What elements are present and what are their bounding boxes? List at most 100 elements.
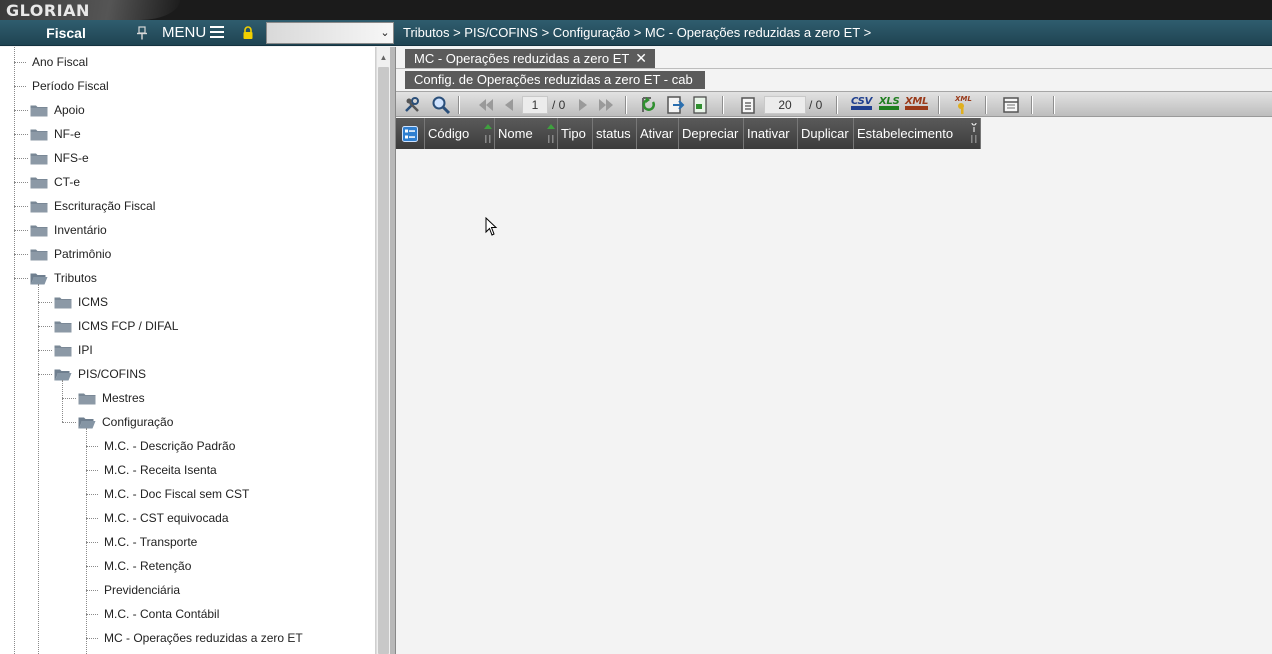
grid-menu-button[interactable] (396, 118, 425, 149)
grid-header: Código Nome Tipo status Ativar Depreciar Inati… (396, 118, 981, 149)
close-icon[interactable]: ✕ (635, 49, 647, 68)
tab-operacoes-reduzidas[interactable]: MC - Operações reduzidas a zero ET ✕ (405, 49, 655, 68)
scroll-up-arrow-icon[interactable]: ▲ (378, 53, 389, 63)
sort-icon[interactable] (547, 123, 555, 145)
xml-export-button[interactable]: XML (905, 96, 928, 110)
column-header[interactable]: Nome (495, 118, 558, 149)
tab-label: MC - Operações reduzidas a zero ET (414, 51, 630, 66)
tree-item[interactable]: MC - Operações reduzidas a zero ET (0, 626, 375, 650)
app-window: GLORIAN Fiscal MENU ⌄ Tributos > PIS/COF… (0, 0, 1272, 654)
csv-label: CSV (851, 96, 873, 107)
folder-icon (30, 153, 48, 165)
column-header[interactable]: status (593, 118, 637, 149)
tree-connector (86, 590, 98, 591)
folder-icon (30, 201, 48, 213)
menu-label: MENU (162, 24, 207, 41)
export-icon[interactable] (665, 95, 685, 115)
tree-item[interactable]: M.C. - CST equivocada (0, 506, 375, 530)
search-icon[interactable] (431, 95, 451, 115)
tree-connector (86, 566, 98, 567)
tree-item[interactable]: ICMS FCP / DIFAL (0, 314, 375, 338)
tree-item[interactable]: M.C. - Descrição Padrão (0, 434, 375, 458)
menu-button[interactable]: MENU (162, 20, 225, 46)
tree-item[interactable]: Escrituração Fiscal (0, 194, 375, 218)
tree-item[interactable]: ICMS (0, 290, 375, 314)
tree-item[interactable]: M.C. - Retenção (0, 554, 375, 578)
first-page-icon[interactable] (476, 95, 496, 115)
tree-connector (86, 542, 98, 543)
tree-item[interactable]: IPI (0, 338, 375, 362)
navigation-tree: Ano Fiscal Período Fiscal Apoio NF-e NFS-e CT… (0, 47, 376, 654)
tree-item[interactable]: Previdenciária (0, 578, 375, 602)
tree-connector (86, 470, 98, 471)
subtab-config-cab[interactable]: Config. de Operações reduzidas a zero ET… (405, 71, 705, 89)
tree-item[interactable]: Tributos (0, 266, 375, 290)
sort-icon[interactable] (484, 123, 492, 145)
module-search-select[interactable]: ⌄ (266, 22, 394, 44)
xml-config-button[interactable]: XML (953, 95, 973, 115)
document-icon[interactable] (738, 95, 758, 115)
tree-item[interactable]: M.C. - Conta Contábil (0, 602, 375, 626)
tree-item[interactable]: NF-e (0, 122, 375, 146)
tree-item[interactable]: Mestres (0, 386, 375, 410)
toolbar-separator (1053, 96, 1055, 114)
pin-icon[interactable] (136, 26, 148, 40)
column-header[interactable]: Inativar (744, 118, 798, 149)
toolbar-separator (625, 96, 627, 114)
scroll-thumb[interactable] (378, 67, 389, 654)
spreadsheet-icon[interactable] (690, 95, 710, 115)
next-page-icon[interactable] (573, 95, 593, 115)
tree-item-label: ICMS (78, 295, 108, 309)
tree-item-label: M.C. - Conta Contábil (104, 607, 220, 621)
filter-key-icon[interactable] (970, 123, 978, 145)
xls-label: XLS (879, 96, 900, 107)
tree-item[interactable]: NFS-e (0, 146, 375, 170)
page-size-input[interactable]: 20 (764, 96, 806, 114)
column-header[interactable]: Ativar (637, 118, 679, 149)
tree-connector (86, 638, 98, 639)
tree-connector (38, 350, 52, 351)
tree-item[interactable]: Período Fiscal (0, 74, 375, 98)
tree-item-label: Configuração (102, 415, 174, 429)
main-panel: MC - Operações reduzidas a zero ET ✕ Con… (396, 47, 1272, 654)
key-icon (958, 103, 964, 114)
tree-connector (14, 206, 28, 207)
column-header[interactable]: Código (425, 118, 495, 149)
page-input[interactable]: 1 (522, 96, 548, 114)
toolbar-separator (938, 96, 940, 114)
breadcrumb: Tributos > PIS/COFINS > Configuração > M… (403, 25, 872, 40)
tree-connector (14, 134, 28, 135)
layout-icon[interactable] (1001, 95, 1021, 115)
tree-item-label: M.C. - Receita Isenta (104, 463, 217, 477)
previous-page-icon[interactable] (499, 95, 519, 115)
tree-item[interactable]: Patrimônio (0, 242, 375, 266)
tree-connector (14, 158, 28, 159)
column-header[interactable]: Estabelecimento (854, 118, 981, 149)
tree-item[interactable]: M.C. - Transporte (0, 530, 375, 554)
column-header[interactable]: Depreciar (679, 118, 744, 149)
tree-connector (38, 302, 52, 303)
refresh-icon[interactable] (638, 95, 658, 115)
tree-item[interactable]: CT-e (0, 170, 375, 194)
csv-export-button[interactable]: CSV (851, 96, 872, 110)
xls-export-button[interactable]: XLS (879, 96, 900, 110)
tree-item[interactable]: Inventário (0, 218, 375, 242)
tree-item[interactable]: PIS/COFINS (0, 362, 375, 386)
folder-open-icon (54, 369, 72, 381)
tree-item[interactable]: Configuração (0, 410, 375, 434)
tree-item[interactable]: M.C. - Receita Isenta (0, 458, 375, 482)
tools-icon[interactable] (402, 95, 422, 115)
tree-connector (86, 446, 98, 447)
tree-item[interactable]: M.C. - Doc Fiscal sem CST (0, 482, 375, 506)
tree-item-label: CT-e (54, 175, 81, 189)
column-header[interactable]: Tipo (558, 118, 593, 149)
tree-item[interactable]: Ano Fiscal (0, 50, 375, 74)
sidebar-scrollbar[interactable]: ▲ (376, 47, 390, 654)
chevron-down-icon: ⌄ (380, 27, 390, 39)
folder-icon (30, 105, 48, 117)
tree-item[interactable]: Apoio (0, 98, 375, 122)
tree-item-label: M.C. - Retenção (104, 559, 192, 573)
last-page-icon[interactable] (596, 95, 616, 115)
column-header[interactable]: Duplicar (798, 118, 854, 149)
lock-icon[interactable] (242, 26, 254, 40)
